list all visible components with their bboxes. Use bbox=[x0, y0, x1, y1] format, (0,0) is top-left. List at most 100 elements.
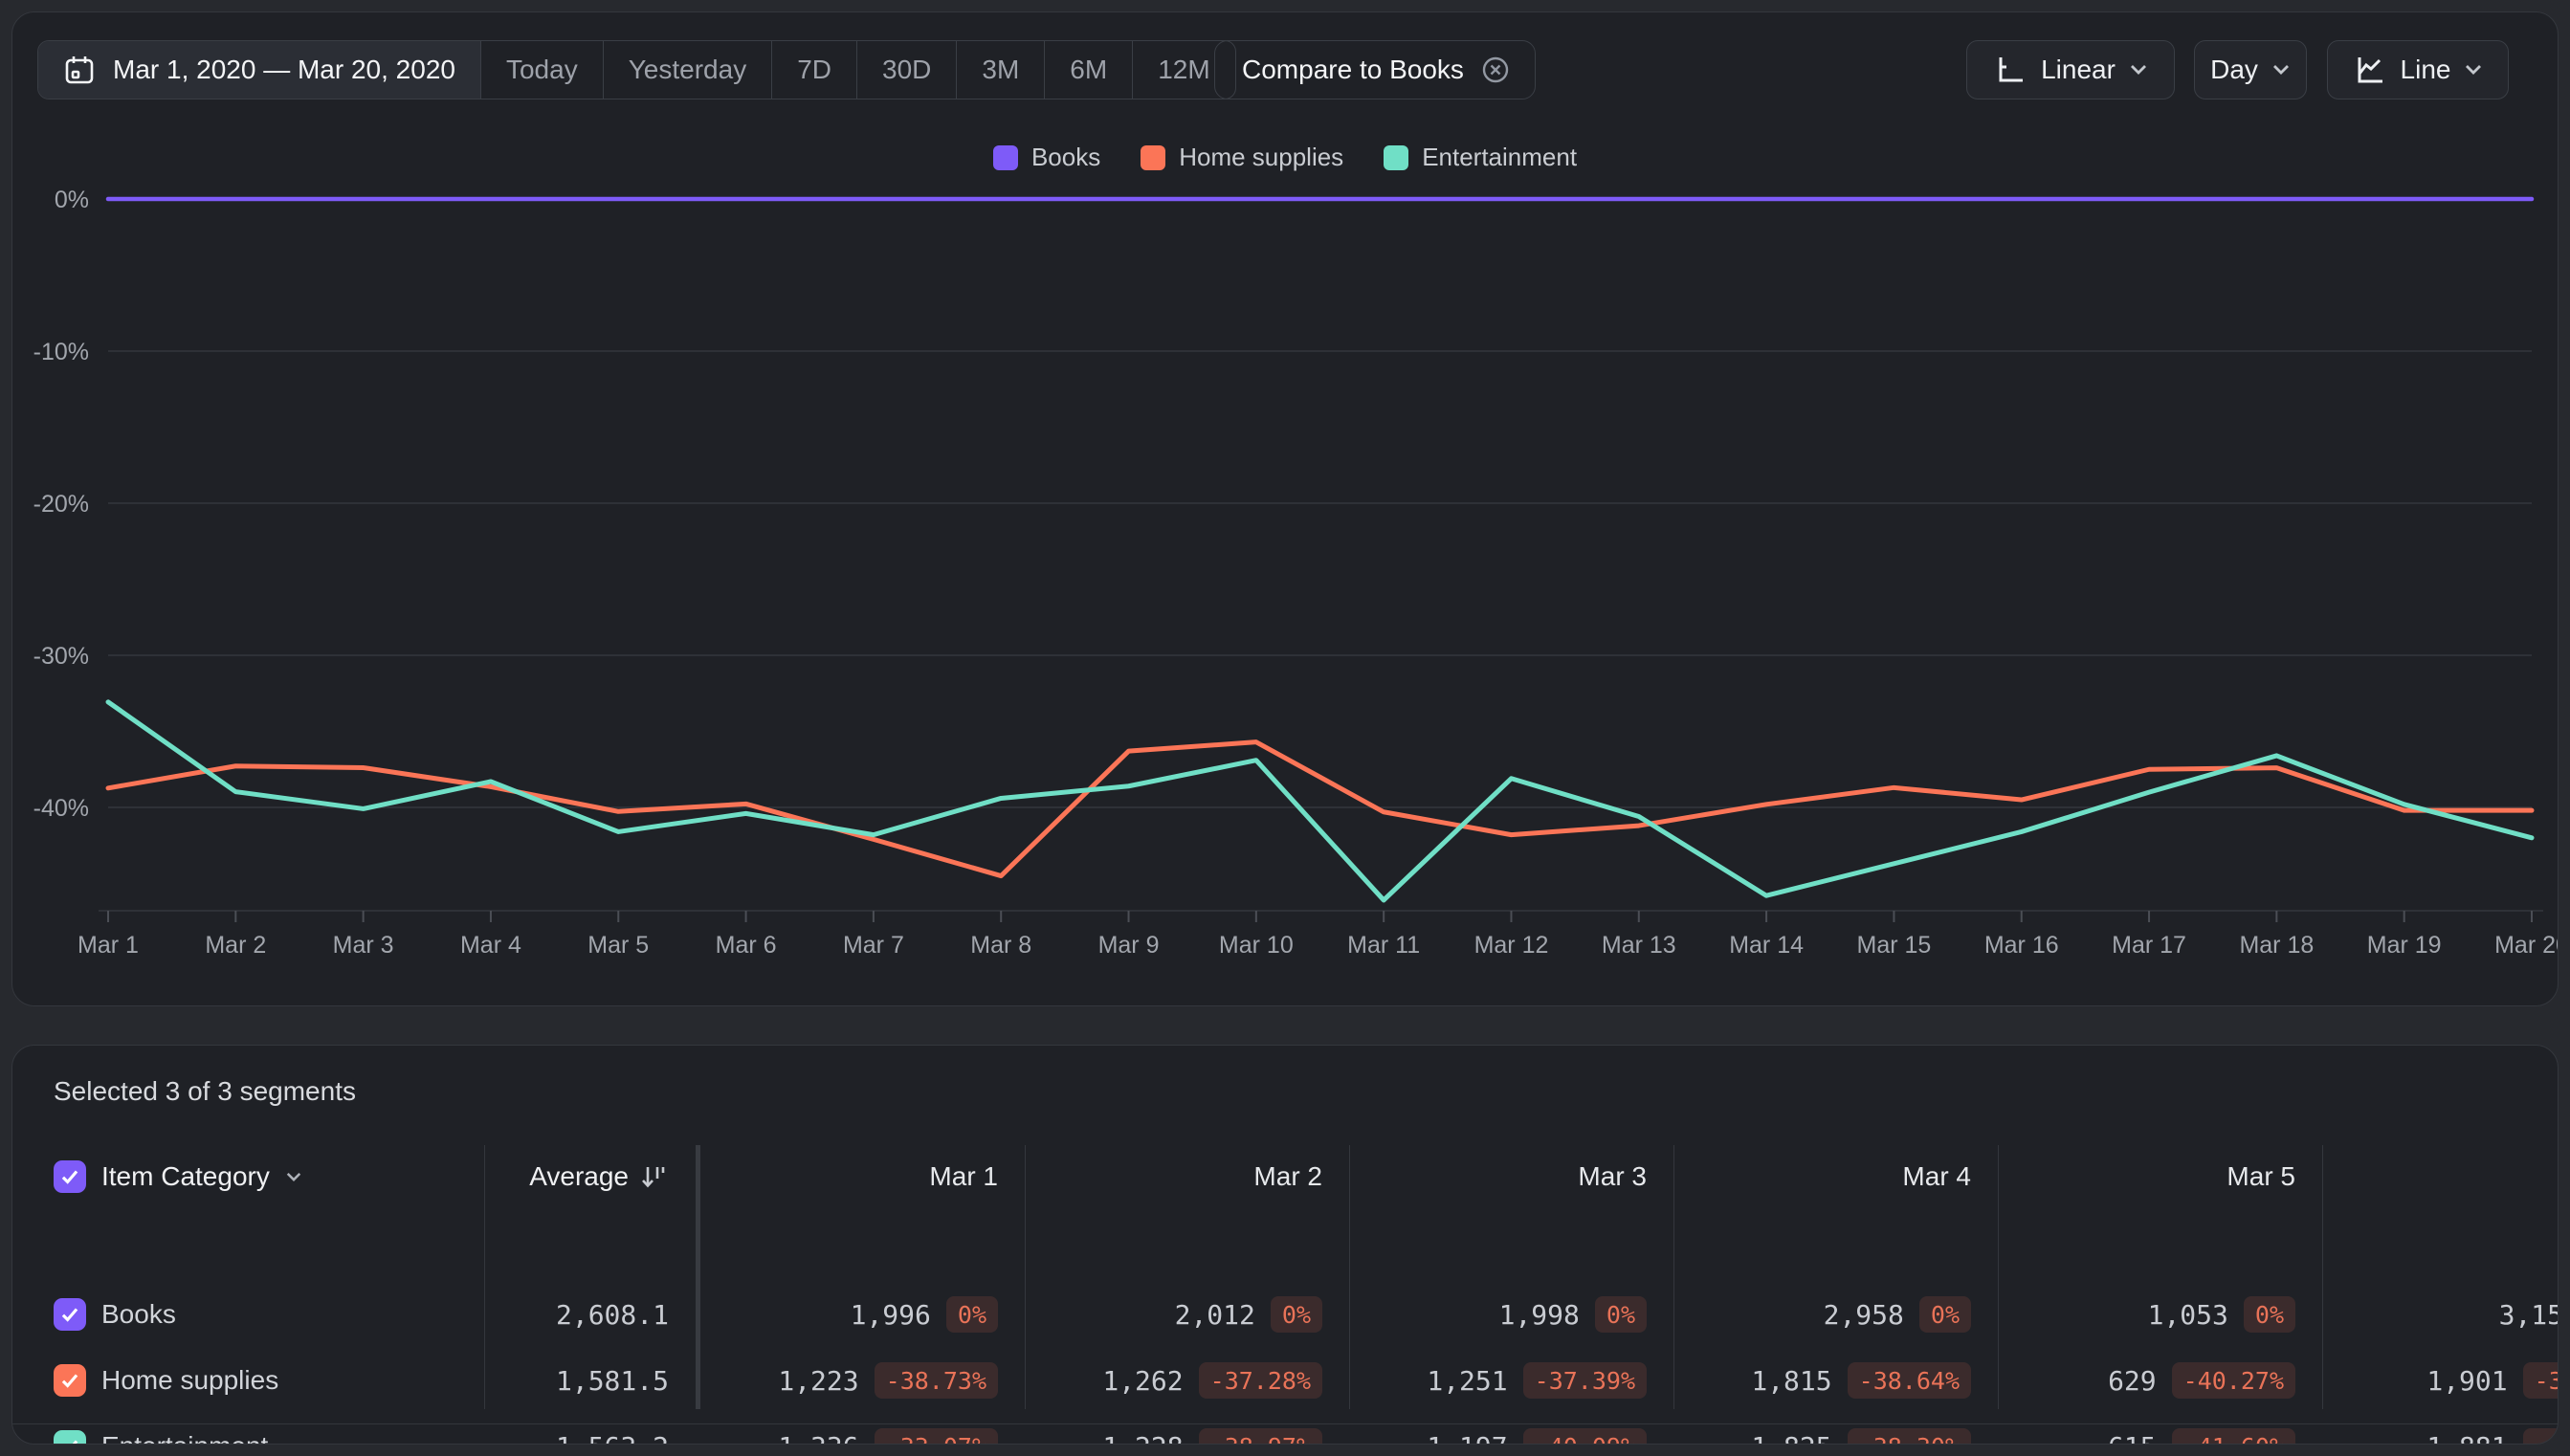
segment-name: Home supplies bbox=[101, 1365, 279, 1395]
percent-change-badge: 0% bbox=[1594, 1296, 1647, 1333]
cell-value: 1,996 bbox=[850, 1298, 931, 1331]
item-category-label: Item Category bbox=[101, 1161, 270, 1191]
x-axis-label: Mar 3 bbox=[333, 932, 394, 959]
line-chart[interactable]: 0%-10%-20%-30%-40%Mar 1 Mar 2 Mar 3 Mar 4 Ma… bbox=[12, 12, 2559, 1006]
percent-change-badge: 0% bbox=[1270, 1296, 1322, 1333]
cell-value: 1,223 bbox=[778, 1364, 859, 1397]
cell-value: 2,012 bbox=[1174, 1298, 1255, 1331]
select-all-checkbox[interactable] bbox=[54, 1160, 86, 1193]
percent-change-badge: -38.30% bbox=[1847, 1428, 1971, 1444]
row-checkbox-entertainment[interactable] bbox=[54, 1430, 86, 1444]
percent-change-badge: -38.64% bbox=[1847, 1362, 1971, 1399]
x-axis-label: Mar 14 bbox=[1729, 932, 1804, 959]
cell-value: 1,815 bbox=[1751, 1364, 1832, 1397]
x-axis-label: Mar 1 bbox=[78, 932, 139, 959]
cell-value: 2,958 bbox=[1823, 1298, 1904, 1331]
cell-value: 1,881 bbox=[2426, 1431, 2507, 1445]
y-axis-label: 0% bbox=[55, 187, 89, 213]
table-cell-books-col2: 2,012 0% bbox=[1025, 1283, 1349, 1346]
x-axis-label: Mar 11 bbox=[1347, 932, 1420, 959]
x-axis-label: Mar 8 bbox=[970, 932, 1031, 959]
percent-change-badge: -41.60% bbox=[2171, 1428, 2295, 1444]
table-cell-books-col3: 1,998 0% bbox=[1349, 1283, 1673, 1346]
percent-change-badge: -40.40% bbox=[2522, 1428, 2558, 1444]
table-cell-books-col5: 1,053 0% bbox=[1998, 1283, 2322, 1346]
x-axis-label: Mar 7 bbox=[843, 932, 904, 959]
table-header-mar-1[interactable]: Mar 1 bbox=[700, 1145, 1025, 1208]
x-axis-label: Mar 17 bbox=[2112, 932, 2186, 959]
x-axis-label: Mar 9 bbox=[1098, 932, 1160, 959]
row-checkbox-books[interactable] bbox=[54, 1298, 86, 1331]
row-checkbox-home-supplies[interactable] bbox=[54, 1364, 86, 1397]
percent-change-badge: -37.28% bbox=[1198, 1362, 1322, 1399]
table-header-mar-2[interactable]: Mar 2 bbox=[1025, 1145, 1349, 1208]
table-row-label-books: Books bbox=[12, 1283, 455, 1346]
x-axis-label: Mar 16 bbox=[1984, 932, 2059, 959]
x-axis-label: Mar 6 bbox=[716, 932, 777, 959]
chart-card: Mar 1, 2020 — Mar 20, 2020 Today Yesterda… bbox=[11, 11, 2559, 1006]
cell-value: 1,262 bbox=[1102, 1364, 1184, 1397]
cell-value: 1,336 bbox=[778, 1431, 858, 1445]
table-cell-entertainment-col1: 1,336 -33.07% bbox=[700, 1415, 1025, 1445]
x-axis-label: Mar 18 bbox=[2239, 932, 2314, 959]
table-header-item-category[interactable]: Item Category bbox=[12, 1145, 455, 1208]
table-row-label-entertainment: Entertainment bbox=[12, 1415, 455, 1444]
sort-descending-icon bbox=[640, 1162, 669, 1191]
table-header-mar-3[interactable]: Mar 3 bbox=[1349, 1145, 1673, 1208]
average-value-entertainment: 1,563.2 bbox=[484, 1415, 669, 1445]
segment-name: Books bbox=[101, 1299, 176, 1329]
cell-value: 1,228 bbox=[1102, 1431, 1183, 1445]
y-axis-label: -10% bbox=[33, 339, 89, 365]
series-line-home-supplies[interactable] bbox=[105, 739, 2535, 879]
table-header-mar-4[interactable]: Mar 4 bbox=[1673, 1145, 1998, 1208]
table-cell-home-supplies-col3: 1,251 -37.39% bbox=[1349, 1349, 1673, 1412]
cell-value: 1,251 bbox=[1427, 1364, 1508, 1397]
average-value-books: 2,608.1 bbox=[555, 1298, 669, 1331]
percent-change-badge: -39.77% bbox=[2522, 1362, 2558, 1399]
x-axis-label: Mar 19 bbox=[2367, 932, 2442, 959]
table-header-average[interactable]: Average bbox=[484, 1145, 669, 1208]
x-axis-label: Mar 15 bbox=[1857, 932, 1932, 959]
cell-value: 1,053 bbox=[2147, 1298, 2228, 1331]
table-cell-books-col4: 2,958 0% bbox=[1673, 1283, 1998, 1346]
cell-value: 1,197 bbox=[1427, 1431, 1507, 1445]
table-cell-books-col1: 1,996 0% bbox=[700, 1283, 1025, 1346]
cell-value: 3,156 bbox=[2498, 1298, 2558, 1331]
average-label: Average bbox=[529, 1161, 629, 1191]
x-axis-label: Mar 20 bbox=[2494, 932, 2559, 959]
cell-value: 615 bbox=[2108, 1431, 2157, 1445]
cell-value: 629 bbox=[2108, 1364, 2157, 1397]
table-cell-entertainment-col4: 1,825 -38.30% bbox=[1673, 1415, 1998, 1444]
table-cell-home-supplies-col2: 1,262 -37.28% bbox=[1025, 1349, 1349, 1412]
cell-value: 1,998 bbox=[1498, 1298, 1580, 1331]
table-bottom-divider bbox=[12, 1423, 2558, 1424]
percent-change-badge: -38.97% bbox=[1198, 1428, 1322, 1444]
segments-table-card: Selected 3 of 3 segments Item Category A… bbox=[11, 1045, 2559, 1445]
y-axis-label: -40% bbox=[33, 795, 89, 822]
percent-change-badge: -33.07% bbox=[874, 1428, 998, 1444]
table-cell-home-supplies-col6: 1,901 -39.77% bbox=[2322, 1349, 2558, 1412]
x-axis-label: Mar 13 bbox=[1602, 932, 1676, 959]
selected-segments-text: Selected 3 of 3 segments bbox=[54, 1076, 356, 1106]
table-cell-home-supplies-col1: 1,223 -38.73% bbox=[700, 1349, 1025, 1412]
series-line-entertainment[interactable] bbox=[105, 699, 2535, 903]
percent-change-badge: 0% bbox=[2243, 1296, 2295, 1333]
cell-value: 1,901 bbox=[2426, 1364, 2508, 1397]
percent-change-badge: -38.73% bbox=[874, 1362, 998, 1399]
x-axis-label: Mar 2 bbox=[205, 932, 266, 959]
y-axis-label: -20% bbox=[33, 491, 89, 518]
table-cell-home-supplies-col4: 1,815 -38.64% bbox=[1673, 1349, 1998, 1412]
x-axis-label: Mar 4 bbox=[460, 932, 521, 959]
chevron-down-icon bbox=[285, 1171, 302, 1183]
table-cell-entertainment-col2: 1,228 -38.97% bbox=[1025, 1415, 1349, 1445]
x-axis-label: Mar 5 bbox=[587, 932, 649, 959]
table-header-mar-5[interactable]: Mar 5 bbox=[1998, 1145, 2322, 1208]
average-value-home-supplies: 1,581.5 bbox=[555, 1364, 669, 1397]
segment-name: Entertainment bbox=[101, 1431, 268, 1444]
percent-change-badge: 0% bbox=[945, 1296, 998, 1333]
percent-change-badge: -40.27% bbox=[2171, 1362, 2295, 1399]
table-header-clipped[interactable] bbox=[2322, 1145, 2558, 1208]
table-cell-entertainment-col5: 615 -41.60% bbox=[1998, 1415, 2322, 1445]
percent-change-badge: -37.39% bbox=[1522, 1362, 1647, 1399]
x-axis-label: Mar 12 bbox=[1474, 932, 1549, 959]
